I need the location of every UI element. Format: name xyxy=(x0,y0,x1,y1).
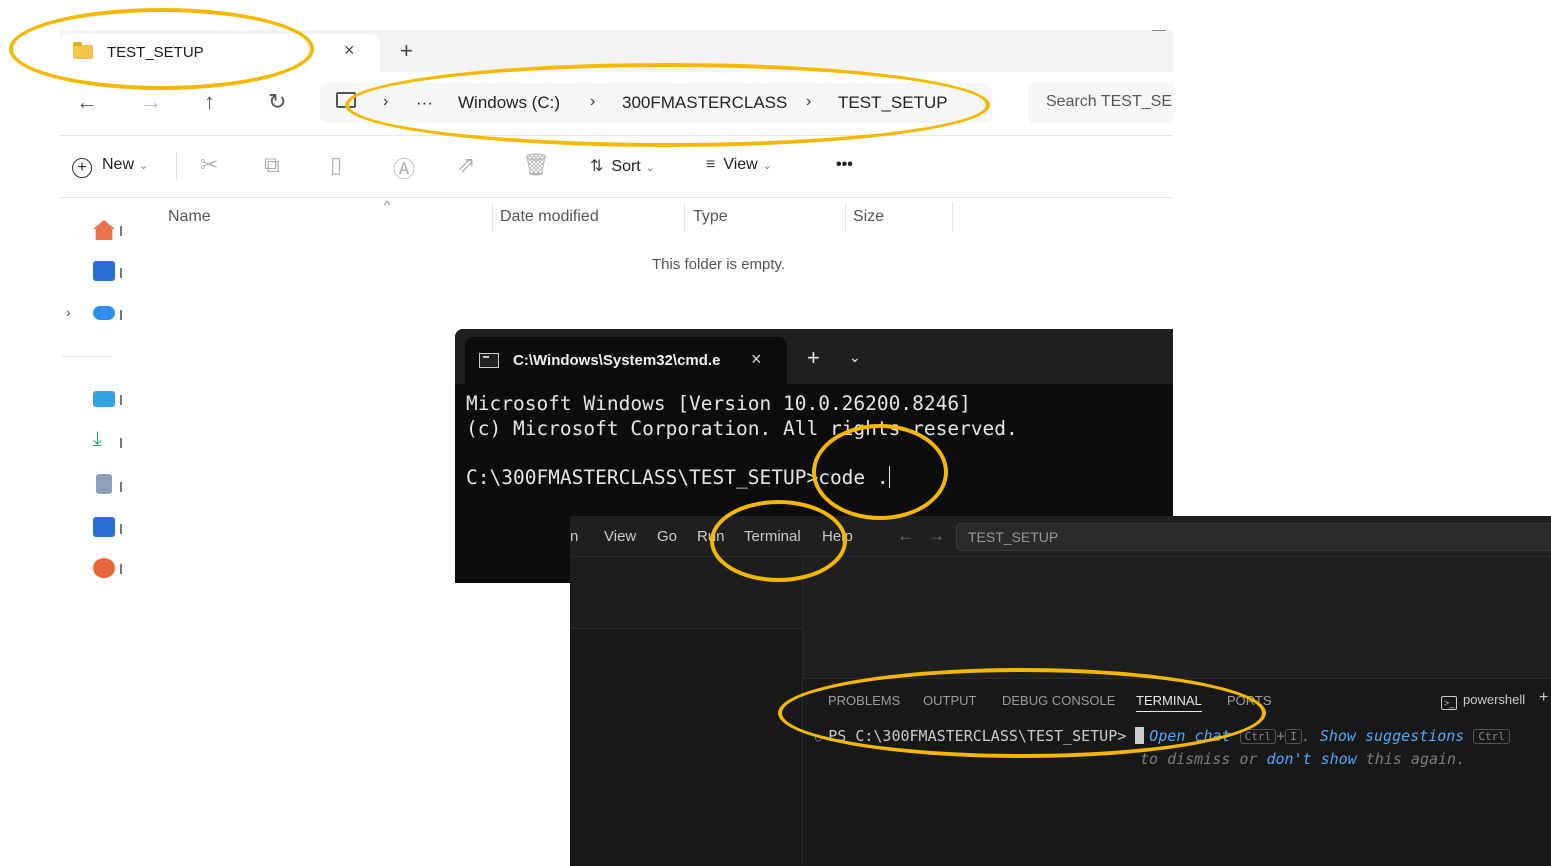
command-center-label: TEST_SETUP xyxy=(968,529,1059,545)
minimize-button[interactable] xyxy=(1152,30,1166,31)
sort-caret-icon: ^ xyxy=(384,198,391,213)
forward-arrow-icon[interactable]: → xyxy=(928,526,945,546)
view-icon: ≡ xyxy=(706,156,716,173)
annotation-ring-terminal-prompt xyxy=(778,668,1266,758)
vscode-sidebar xyxy=(570,557,803,866)
menu-item-go[interactable]: Go xyxy=(657,528,677,545)
annotation-ring-tab xyxy=(9,8,314,90)
column-size[interactable]: Size xyxy=(853,208,884,226)
desktop-icon[interactable] xyxy=(93,391,115,407)
sidebar-divider xyxy=(62,356,112,357)
sort-icon: ⇅ xyxy=(590,158,604,175)
downloads-icon[interactable]: ⤓ xyxy=(93,429,115,450)
add-circle-icon: + xyxy=(72,158,92,178)
shell-selector[interactable]: >_ powershell xyxy=(1441,692,1525,710)
home-icon[interactable] xyxy=(93,220,115,240)
close-tab-icon[interactable]: × xyxy=(344,40,355,61)
terminal-icon: >_ xyxy=(1441,696,1457,710)
up-arrow-icon[interactable]: ↑ xyxy=(204,89,215,115)
refresh-icon[interactable]: ↻ xyxy=(268,89,286,115)
cmd-icon xyxy=(479,353,499,368)
expand-chevron-icon[interactable]: › xyxy=(66,304,71,320)
terminal-output-line: (c) Microsoft Corporation. All rights re… xyxy=(466,417,1018,440)
rename-icon[interactable]: Ⓐ xyxy=(393,152,415,184)
close-tab-icon[interactable]: × xyxy=(751,349,762,370)
cut-icon[interactable]: ✂ xyxy=(200,152,218,178)
gallery-icon[interactable] xyxy=(93,261,115,281)
editor-area[interactable] xyxy=(803,557,1551,678)
terminal-output-line: Microsoft Windows [Version 10.0.26200.82… xyxy=(466,392,971,415)
annotation-ring-code-command xyxy=(812,424,948,520)
onedrive-icon[interactable] xyxy=(93,306,115,320)
annotation-ring-terminal-menu xyxy=(710,500,847,582)
paste-icon[interactable]: ▯ xyxy=(330,152,342,178)
command-divider xyxy=(176,152,177,180)
terminal-titlebar: C:\Windows\System32\cmd.e × + ⌄ xyxy=(455,329,1173,384)
column-headers: Name ^ Date modified Type Size xyxy=(128,198,1173,234)
new-tab-button[interactable]: + xyxy=(807,345,820,371)
terminal-tab[interactable]: C:\Windows\System32\cmd.e × xyxy=(465,337,787,384)
new-terminal-button[interactable]: + xyxy=(1539,689,1548,707)
empty-folder-message: This folder is empty. xyxy=(652,256,786,273)
back-arrow-icon[interactable]: ← xyxy=(76,89,98,115)
music-icon[interactable] xyxy=(93,558,115,578)
share-icon[interactable]: ⇗ xyxy=(457,152,475,178)
more-options-button[interactable]: ••• xyxy=(836,156,853,174)
view-button[interactable]: ≡ View ⌄ xyxy=(706,156,772,174)
dont-show-link[interactable]: don't show xyxy=(1266,750,1356,768)
terminal-tab-title: C:\Windows\System32\cmd.e xyxy=(513,352,721,369)
delete-icon[interactable]: 🗑 xyxy=(522,152,550,178)
forward-arrow-icon[interactable]: → xyxy=(140,89,162,115)
copy-icon[interactable]: ⧉ xyxy=(264,152,280,178)
menu-item-partial[interactable]: n xyxy=(570,528,578,545)
column-date-modified[interactable]: Date modified xyxy=(500,208,599,226)
annotation-ring-breadcrumb xyxy=(345,63,990,147)
command-center[interactable]: TEST_SETUP xyxy=(956,523,1551,551)
pictures-icon[interactable] xyxy=(93,517,115,537)
back-arrow-icon[interactable]: ← xyxy=(897,526,914,546)
new-tab-button[interactable]: + xyxy=(400,38,413,64)
terminal-hint-line: to dismiss or don't show this again. xyxy=(1140,750,1466,768)
search-placeholder: Search TEST_SE xyxy=(1046,93,1172,110)
sort-button[interactable]: ⇅ Sort ⌄ xyxy=(590,156,655,176)
documents-icon[interactable] xyxy=(96,474,112,494)
navigation-pane: › ⤓ xyxy=(60,198,128,583)
dropdown-chevron-icon[interactable]: ⌄ xyxy=(849,349,861,366)
show-suggestions-link[interactable]: Show suggestions xyxy=(1320,727,1465,745)
menu-item-view[interactable]: View xyxy=(604,528,636,545)
search-input[interactable]: Search TEST_SE xyxy=(1028,83,1173,123)
new-button[interactable]: + New ⌄ xyxy=(72,156,148,178)
column-name[interactable]: Name xyxy=(168,208,211,226)
column-type[interactable]: Type xyxy=(693,208,728,226)
